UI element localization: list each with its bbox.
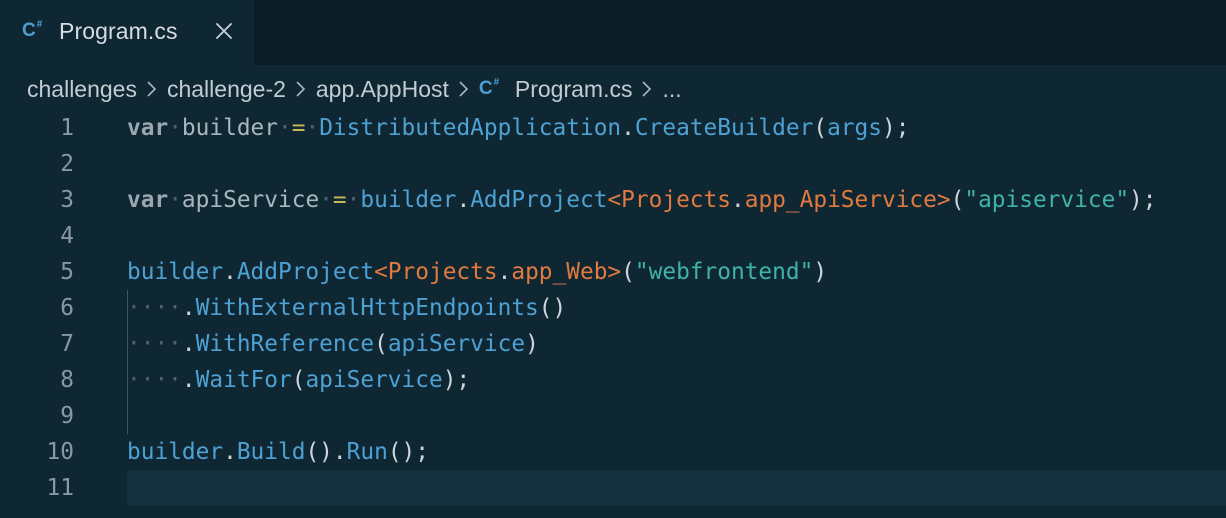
code-line[interactable]: 9 <box>0 398 1226 434</box>
namespace-projects: Projects <box>621 187 731 213</box>
line-end: ) <box>813 259 828 285</box>
line-number: 7 <box>60 331 74 357</box>
arg-apiservice: apiService <box>305 367 443 393</box>
method-wait-for: WaitFor <box>195 367 292 393</box>
method-with-reference: WithReference <box>195 331 375 357</box>
code-line[interactable]: 3 var·apiService·=·builder.AddProject<Pr… <box>0 182 1226 218</box>
chevron-right-icon <box>147 81 157 97</box>
close-icon[interactable] <box>212 19 236 43</box>
chevron-right-icon <box>459 81 469 97</box>
line-number: 1 <box>60 115 74 141</box>
line-end: () <box>538 295 567 321</box>
tab-bar: C# Program.cs <box>0 0 1226 65</box>
obj-builder: builder <box>360 187 457 213</box>
code-line[interactable]: 10 builder.Build().Run(); <box>0 434 1226 470</box>
assign-op: = <box>291 115 306 141</box>
line-end: ); <box>1129 187 1157 213</box>
var-apiservice: apiService <box>181 187 320 213</box>
chevron-right-icon <box>296 81 306 97</box>
breadcrumb-item-program-cs[interactable]: Program.cs <box>515 76 633 103</box>
breadcrumb-item-challenges[interactable]: challenges <box>27 76 137 103</box>
line-end: ) <box>525 331 539 357</box>
code-line[interactable]: 7 ····.WithReference(apiService) <box>0 326 1226 362</box>
line-end: (); <box>387 439 429 465</box>
string-apiservice: "apiservice" <box>964 187 1130 213</box>
string-webfrontend: "webfrontend" <box>634 259 814 285</box>
method-run: Run <box>346 439 388 465</box>
csharp-file-icon: C# <box>22 19 43 41</box>
code-line[interactable]: 1 var·builder·=·DistributedApplication.C… <box>0 110 1226 146</box>
line-number: 5 <box>60 259 74 285</box>
line-number: 2 <box>60 151 74 177</box>
method-with-external-http-endpoints: WithExternalHttpEndpoints <box>195 295 539 321</box>
code-text: var·builder·=·DistributedApplication.Cre… <box>127 115 910 141</box>
breadcrumb-item-challenge-2[interactable]: challenge-2 <box>167 76 286 103</box>
line-number: 3 <box>60 187 74 213</box>
obj-builder: builder <box>127 259 224 285</box>
type-app-apiservice: app_ApiService <box>744 187 937 213</box>
breadcrumb-item-app-apphost[interactable]: app.AppHost <box>316 76 449 103</box>
breadcrumb-item-symbols[interactable]: ... <box>662 76 681 103</box>
method-create-builder: CreateBuilder <box>634 115 814 141</box>
arg-apiservice: apiService <box>387 331 526 357</box>
line-number: 10 <box>46 439 74 465</box>
chevron-right-icon <box>642 81 652 97</box>
method-build: Build <box>236 439 306 465</box>
tab-program-cs[interactable]: C# Program.cs <box>0 0 254 65</box>
line-number: 9 <box>60 403 74 429</box>
method-add-project: AddProject <box>236 259 375 285</box>
assign-op: = <box>332 187 347 213</box>
line-number: 6 <box>60 295 74 321</box>
line-number: 4 <box>60 223 74 249</box>
breadcrumb: challenges challenge-2 app.AppHost C# Pr… <box>27 74 682 104</box>
code-editor[interactable]: 1 var·builder·=·DistributedApplication.C… <box>0 110 1226 518</box>
line-number: 11 <box>46 475 74 501</box>
line-number: 8 <box>60 367 74 393</box>
code-line[interactable]: 8 ····.WaitFor(apiService); <box>0 362 1226 398</box>
code-text: builder.AddProject<Projects.app_Web>("we… <box>127 259 828 285</box>
keyword-var: var <box>127 187 169 213</box>
tab-label: Program.cs <box>59 18 178 44</box>
class-name: DistributedApplication <box>319 115 622 141</box>
code-line[interactable]: 4 <box>0 218 1226 254</box>
code-line[interactable]: 6 ····.WithExternalHttpEndpoints() <box>0 290 1226 326</box>
namespace-projects: Projects <box>387 259 498 285</box>
code-line[interactable]: 5 builder.AddProject<Projects.app_Web>("… <box>0 254 1226 290</box>
csharp-file-icon: C# <box>478 77 500 99</box>
type-app-web: app_Web <box>511 259 608 285</box>
obj-builder: builder <box>127 439 224 465</box>
code-line[interactable]: 2 <box>0 146 1226 182</box>
code-line-current[interactable]: 11 <box>0 470 1226 506</box>
keyword-var: var <box>127 115 169 141</box>
code-text: ····.WithExternalHttpEndpoints() <box>127 295 567 321</box>
code-text: ····.WaitFor(apiService); <box>127 367 471 393</box>
line-end: ); <box>442 367 471 393</box>
code-text: builder.Build().Run(); <box>127 439 429 465</box>
var-builder: builder <box>181 115 278 141</box>
code-text: ····.WithReference(apiService) <box>127 331 539 357</box>
code-text: var·apiService·=·builder.AddProject<Proj… <box>127 187 1157 213</box>
arg-args: args <box>827 115 882 141</box>
line-end: ); <box>881 115 910 141</box>
method-add-project: AddProject <box>470 187 608 213</box>
